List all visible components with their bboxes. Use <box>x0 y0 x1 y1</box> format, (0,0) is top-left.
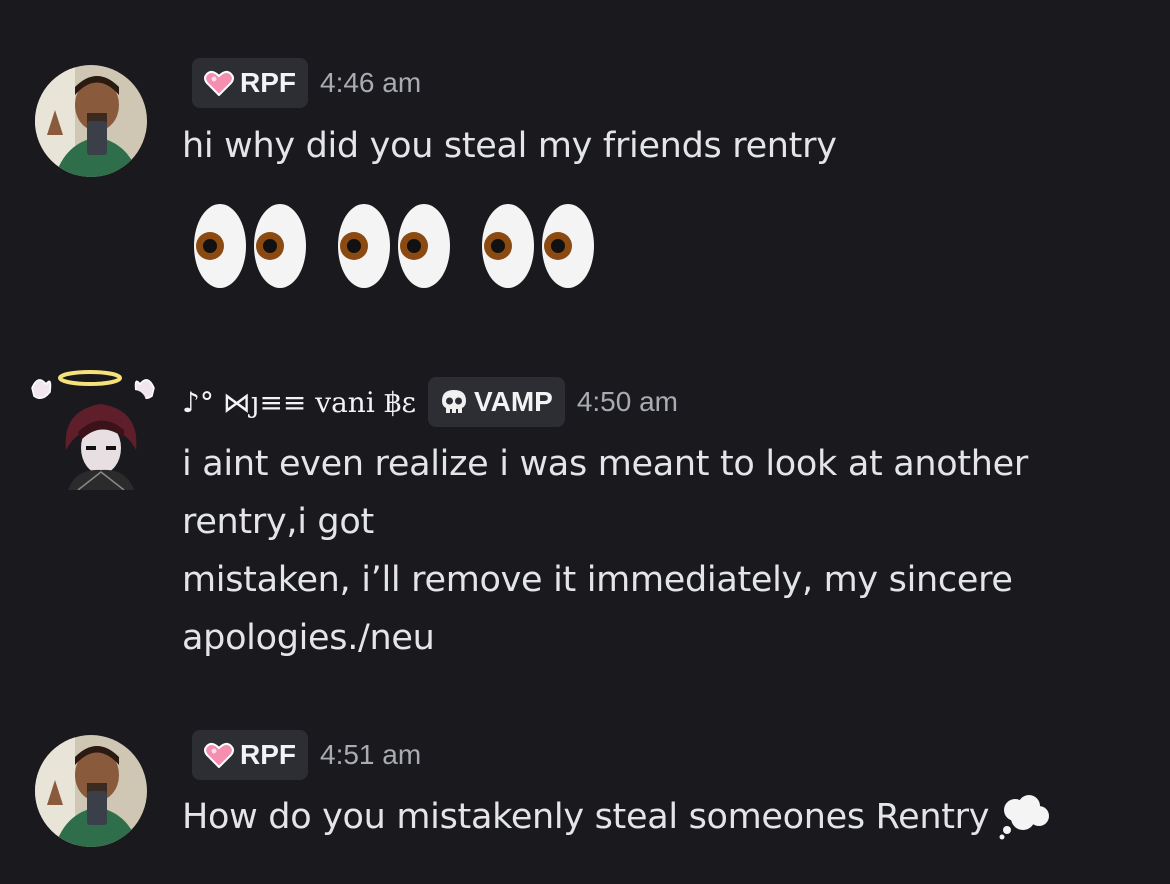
role-tag-label: RPF <box>240 67 296 98</box>
message-text: How do you mistakenly steal someones Ren… <box>182 788 1051 846</box>
timestamp: 4:50 am <box>576 386 678 417</box>
message-line: mistaken, i’ll remove it immediately, my… <box>182 560 1013 600</box>
role-tag[interactable]: RPF <box>192 730 308 780</box>
avatar-image <box>35 735 147 847</box>
message-line: rentry,i got <box>182 502 374 542</box>
display-name-text: ♪° ⋈ȷ≡≡ vani ฿ε <box>182 385 416 419</box>
thought-balloon-icon <box>999 794 1051 840</box>
display-name[interactable]: ♪° ⋈ȷ≡≡ vani ฿ε <box>182 386 416 419</box>
avatar-image <box>56 390 146 490</box>
role-tag[interactable]: RPF <box>192 58 308 108</box>
message-header: ♪° ⋈ȷ≡≡ vani ฿ε VAMP 4:50 am <box>182 377 678 427</box>
message-text: hi why did you steal my friends rentry <box>182 117 837 175</box>
avatar-image <box>35 65 147 177</box>
role-tag-label: VAMP <box>474 386 553 417</box>
eyes-icon <box>192 200 312 292</box>
message-line: How do you mistakenly steal someones Ren… <box>182 797 990 837</box>
message-header: RPF 4:46 am <box>192 58 421 108</box>
timestamp: 4:51 am <box>320 739 422 770</box>
role-tag-label: RPF <box>240 739 296 770</box>
eyes-icon <box>336 200 456 292</box>
message-line: apologies./neu <box>182 618 435 658</box>
emoji-row <box>192 200 624 292</box>
avatar[interactable] <box>35 735 147 847</box>
skull-icon <box>440 388 468 416</box>
avatar[interactable] <box>35 65 147 177</box>
message-header: RPF 4:51 am <box>192 730 421 780</box>
heart-icon <box>204 70 234 96</box>
avatar[interactable] <box>56 390 146 490</box>
message-line: hi why did you steal my friends rentry <box>182 126 837 166</box>
message-text: i aint even realize i was meant to look … <box>182 435 1028 667</box>
timestamp: 4:46 am <box>320 67 422 98</box>
message-line: i aint even realize i was meant to look … <box>182 444 1028 484</box>
eyes-icon <box>480 200 600 292</box>
role-tag[interactable]: VAMP <box>428 377 565 427</box>
heart-icon <box>204 742 234 768</box>
